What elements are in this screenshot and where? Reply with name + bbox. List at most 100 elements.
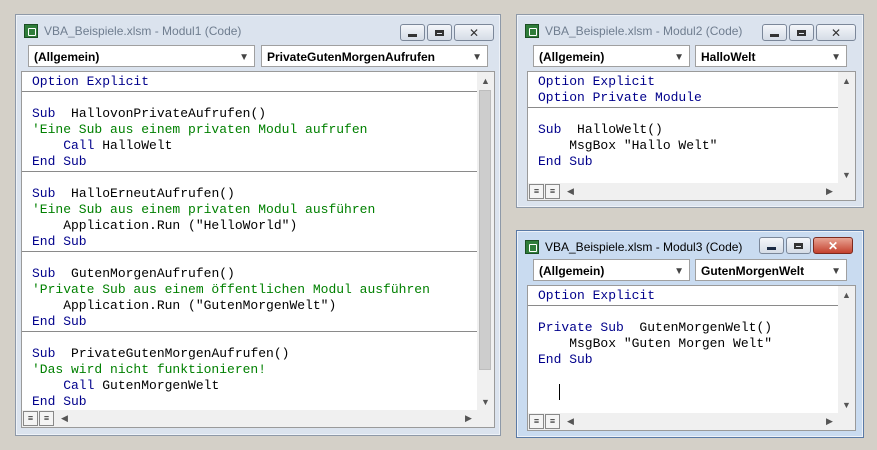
maximize-button[interactable] [427, 24, 452, 41]
code-area[interactable]: Option Explicit Sub HallovonPrivateAufru… [22, 72, 477, 410]
minimize-button[interactable] [400, 24, 425, 41]
maximize-button[interactable] [789, 24, 814, 41]
scroll-down-arrow-icon[interactable]: ▼ [838, 396, 855, 413]
code-area[interactable]: Option Explicit Private Sub GutenMorgenW… [528, 286, 838, 413]
scroll-left-arrow-icon[interactable]: ◀ [562, 183, 579, 200]
object-dropdown[interactable]: (Allgemein) ▼ [28, 45, 255, 67]
code-line: MsgBox "Hallo Welt" [538, 138, 718, 153]
scroll-corner [477, 410, 494, 427]
vertical-scrollbar[interactable]: ▲ ▼ [838, 72, 855, 183]
vertical-scrollbar[interactable]: ▲ ▼ [477, 72, 494, 410]
minimize-icon [408, 34, 417, 37]
title-bar[interactable]: VBA_Beispiele.xlsm - Modul3 (Code) ✕ [517, 231, 863, 261]
scroll-down-arrow-icon[interactable]: ▼ [838, 166, 855, 183]
procedure-view-icon[interactable]: ≡ [23, 411, 38, 426]
scroll-right-arrow-icon[interactable]: ▶ [460, 410, 477, 427]
chevron-down-icon: ▼ [674, 266, 684, 277]
procedure-dropdown[interactable]: HalloWelt ▼ [695, 45, 847, 67]
full-module-view-icon[interactable]: ≡ [545, 184, 560, 199]
scroll-corner [838, 413, 855, 430]
minimize-icon [767, 247, 776, 250]
code-area[interactable]: Option Explicit Option Private Module Su… [528, 72, 838, 183]
close-button[interactable]: ✕ [816, 24, 856, 41]
scroll-up-arrow-icon[interactable]: ▲ [838, 286, 855, 303]
excel-app-icon [24, 24, 38, 38]
chevron-down-icon: ▼ [239, 52, 249, 63]
procedure-dropdown[interactable]: GutenMorgenWelt ▼ [695, 259, 847, 281]
margin-indicator-bar[interactable] [528, 72, 533, 183]
code-line: Option Explicit [538, 74, 656, 89]
scroll-right-arrow-icon[interactable]: ▶ [821, 183, 838, 200]
close-button[interactable]: ✕ [454, 24, 494, 41]
object-dropdown-value: (Allgemein) [539, 264, 605, 278]
window-title: VBA_Beispiele.xlsm - Modul3 (Code) [545, 240, 743, 254]
scroll-left-arrow-icon[interactable]: ◀ [562, 413, 579, 430]
procedure-view-icon[interactable]: ≡ [529, 184, 544, 199]
code-line: Option Private Module [538, 90, 702, 105]
scroll-up-arrow-icon[interactable]: ▲ [838, 72, 855, 89]
excel-app-icon [525, 240, 539, 254]
procedure-view-icon[interactable]: ≡ [529, 414, 544, 429]
excel-app-icon [525, 24, 539, 38]
code-line: Application.Run ("GutenMorgenWelt") [32, 298, 337, 313]
code-editor[interactable]: Option Explicit Private Sub GutenMorgenW… [527, 285, 856, 431]
code-comment-line: 'Das wird nicht funktionieren! [32, 362, 267, 377]
code-line: Sub HalloWelt() [538, 122, 663, 137]
minimize-button[interactable] [759, 237, 784, 254]
object-dropdown-value: (Allgemein) [34, 50, 100, 64]
horizontal-scrollbar[interactable]: ≡ ≡ ◀ ▶ [22, 410, 477, 427]
code-line: MsgBox "Guten Morgen Welt" [538, 336, 773, 351]
minimize-button[interactable] [762, 24, 787, 41]
procedure-dropdown-value: HalloWelt [701, 50, 756, 64]
horizontal-scrollbar[interactable]: ≡ ≡ ◀ ▶ [528, 413, 838, 430]
scroll-down-arrow-icon[interactable]: ▼ [477, 393, 494, 410]
code-line: End Sub [32, 394, 87, 409]
procedure-separator [22, 331, 477, 332]
full-module-view-icon[interactable]: ≡ [545, 414, 560, 429]
minimize-icon [770, 34, 779, 37]
code-line: Application.Run ("HelloWorld") [32, 218, 298, 233]
scroll-left-arrow-icon[interactable]: ◀ [56, 410, 73, 427]
title-bar[interactable]: VBA_Beispiele.xlsm - Modul2 (Code) ✕ [517, 15, 863, 45]
scroll-corner [838, 183, 855, 200]
code-comment-line: 'Eine Sub aus einem privaten Modul ausfü… [32, 202, 376, 217]
close-button[interactable]: ✕ [813, 237, 853, 254]
chevron-down-icon: ▼ [674, 52, 684, 63]
code-editor[interactable]: Option Explicit Option Private Module Su… [527, 71, 856, 201]
code-line: End Sub [32, 314, 87, 329]
code-window-modul2[interactable]: VBA_Beispiele.xlsm - Modul2 (Code) ✕ (Al… [516, 14, 864, 208]
code-window-modul3[interactable]: VBA_Beispiele.xlsm - Modul3 (Code) ✕ (Al… [516, 230, 864, 438]
procedure-separator [528, 107, 838, 108]
text-cursor [559, 384, 560, 400]
code-editor[interactable]: Option Explicit Sub HallovonPrivateAufru… [21, 71, 495, 428]
margin-indicator-bar[interactable] [22, 72, 27, 410]
maximize-button[interactable] [786, 237, 811, 254]
code-line: Call HalloWelt [32, 138, 173, 153]
code-line: Call GutenMorgenWelt [32, 378, 220, 393]
window-title: VBA_Beispiele.xlsm - Modul2 (Code) [545, 24, 743, 38]
procedure-dropdown[interactable]: PrivateGutenMorgenAufrufen ▼ [261, 45, 488, 67]
code-line: End Sub [538, 154, 593, 169]
procedure-separator [22, 251, 477, 252]
code-line: End Sub [538, 352, 593, 367]
procedure-separator [22, 91, 477, 92]
horizontal-scrollbar[interactable]: ≡ ≡ ◀ ▶ [528, 183, 838, 200]
code-line: Private Sub GutenMorgenWelt() [538, 320, 773, 335]
maximize-icon [794, 242, 803, 249]
code-window-modul1[interactable]: VBA_Beispiele.xlsm - Modul1 (Code) ✕ (Al… [15, 14, 501, 436]
close-icon: ✕ [830, 25, 842, 40]
chevron-down-icon: ▼ [472, 52, 482, 63]
scroll-right-arrow-icon[interactable]: ▶ [821, 413, 838, 430]
chevron-down-icon: ▼ [831, 52, 841, 63]
scrollbar-thumb[interactable] [479, 90, 491, 370]
code-comment-line: 'Private Sub aus einem öffentlichen Modu… [32, 282, 430, 297]
object-dropdown[interactable]: (Allgemein) ▼ [533, 45, 690, 67]
code-line: Sub GutenMorgenAufrufen() [32, 266, 235, 281]
window-title: VBA_Beispiele.xlsm - Modul1 (Code) [44, 24, 242, 38]
scroll-up-arrow-icon[interactable]: ▲ [477, 72, 494, 89]
object-dropdown[interactable]: (Allgemein) ▼ [533, 259, 690, 281]
maximize-icon [797, 29, 806, 36]
full-module-view-icon[interactable]: ≡ [39, 411, 54, 426]
title-bar[interactable]: VBA_Beispiele.xlsm - Modul1 (Code) ✕ [16, 15, 500, 45]
vertical-scrollbar[interactable]: ▲ ▼ [838, 286, 855, 413]
